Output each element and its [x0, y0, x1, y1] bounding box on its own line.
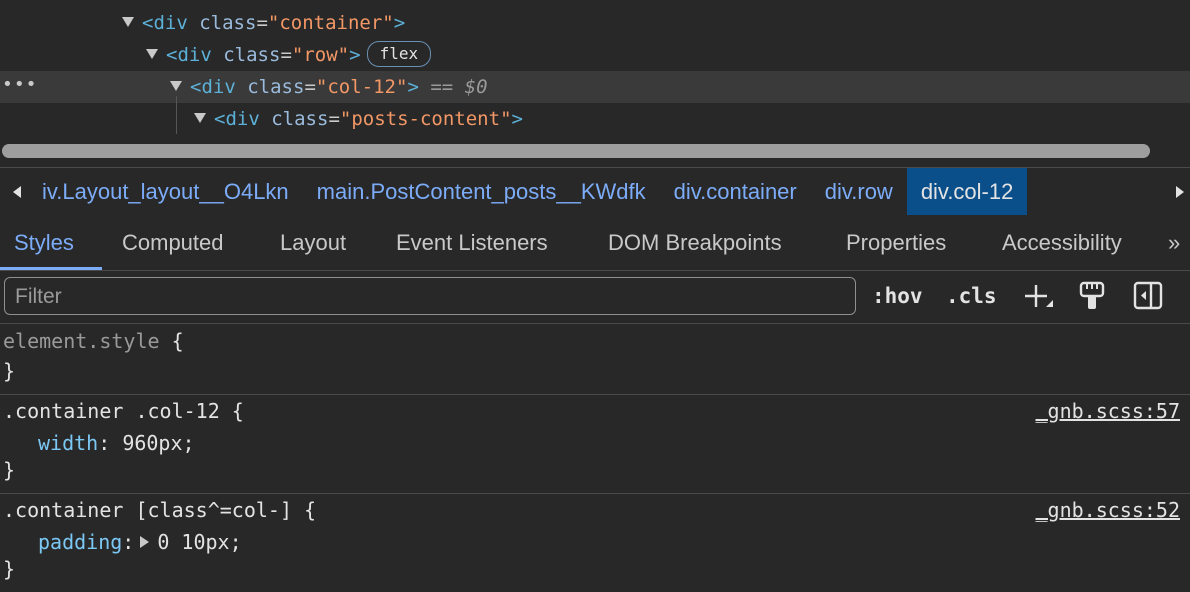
breadcrumb-item[interactable]: div.container [660, 168, 811, 215]
rule-selector[interactable]: .container .col-12 [3, 399, 220, 423]
rule-source-link[interactable]: _gnb.scss:57 [1036, 396, 1181, 426]
rule-selector[interactable]: element.style [3, 329, 160, 353]
dom-node-row[interactable]: <div class="row"> flex [0, 39, 1190, 71]
breadcrumb-scroll-left-button[interactable] [0, 168, 34, 215]
breadcrumb-item[interactable]: div.row [811, 168, 907, 215]
breadcrumb-item[interactable]: iv.Layout_layout__O4Lkn [42, 168, 303, 215]
more-tabs-button[interactable]: » [1168, 215, 1180, 270]
expand-triangle-icon[interactable] [194, 112, 206, 123]
style-rule-container-col-prefix: .container [class^=col-] { _gnb.scss:52 … [0, 494, 1190, 592]
new-style-rule-button[interactable] [1020, 279, 1053, 313]
filter-input[interactable] [13, 278, 847, 316]
rule-close-brace: } [3, 557, 16, 581]
style-rule-container-col-12: .container .col-12 { _gnb.scss:57 width:… [0, 395, 1190, 494]
rule-selector[interactable]: .container [class^=col-] [3, 498, 292, 522]
paint-brush-icon [1079, 281, 1105, 309]
flex-badge[interactable]: flex [366, 40, 432, 67]
horizontal-scrollbar[interactable] [0, 138, 1190, 166]
expand-shorthand-icon[interactable] [140, 535, 150, 548]
toggle-sidebar-button[interactable] [1132, 279, 1164, 313]
breadcrumb-item-active[interactable]: div.col-12 [906, 168, 1028, 215]
chevron-left-icon [13, 185, 21, 198]
tab-computed[interactable]: Computed [122, 215, 224, 270]
tab-layout[interactable]: Layout [280, 215, 346, 270]
tab-properties[interactable]: Properties [846, 215, 946, 270]
cls-toggle-button[interactable]: .cls [946, 277, 997, 315]
styles-pane: element.style { } .container .col-12 { _… [0, 324, 1190, 592]
tab-dom-breakpoints[interactable]: DOM Breakpoints [608, 215, 782, 270]
rule-close-brace: } [3, 458, 16, 482]
rule-source-link[interactable]: _gnb.scss:52 [1036, 495, 1181, 525]
dom-node-col-12-selected[interactable]: ••• <div class="col-12"> == $0 [0, 71, 1190, 103]
rendering-emulation-button[interactable] [1077, 279, 1109, 313]
selected-node-marker: == $0 [430, 76, 488, 98]
rule-declaration[interactable]: width: 960px; [38, 428, 195, 458]
tab-accessibility[interactable]: Accessibility [1002, 215, 1122, 270]
filter-box [4, 277, 856, 316]
elements-dom-tree: <div class="container"> <div class="row"… [0, 0, 1190, 138]
expand-triangle-icon[interactable] [146, 48, 158, 59]
scrollbar-thumb[interactable] [2, 144, 1150, 158]
breadcrumb-item[interactable]: main.PostContent_posts__KWdfk [303, 168, 660, 215]
plus-icon [1025, 285, 1053, 307]
sidebar-panel-icon [1133, 281, 1163, 310]
breadcrumb: iv.Layout_layout__O4Lkn main.PostContent… [0, 167, 1190, 216]
tab-styles[interactable]: Styles [14, 215, 74, 270]
active-tab-indicator [0, 267, 102, 270]
expand-triangle-icon[interactable] [122, 16, 134, 27]
hov-toggle-button[interactable]: :hov [872, 277, 923, 315]
rule-declaration[interactable]: padding: 0 10px; [38, 527, 242, 557]
style-rule-element: element.style { } [0, 324, 1190, 395]
more-dots-icon[interactable]: ••• [2, 69, 38, 101]
rule-close-brace: } [3, 359, 16, 383]
sidebar-tabs: Styles Computed Layout Event Listeners D… [0, 215, 1190, 271]
tab-event-listeners[interactable]: Event Listeners [396, 215, 548, 270]
dom-node-posts-content[interactable]: <div class="posts-content"> [0, 103, 1190, 135]
chevron-right-icon [1176, 185, 1184, 198]
styles-toolbar: :hov .cls [0, 271, 1190, 324]
breadcrumb-scroll-right-button[interactable] [1170, 168, 1190, 215]
dom-node-container[interactable]: <div class="container"> [0, 7, 1190, 39]
expand-triangle-icon[interactable] [170, 80, 182, 91]
